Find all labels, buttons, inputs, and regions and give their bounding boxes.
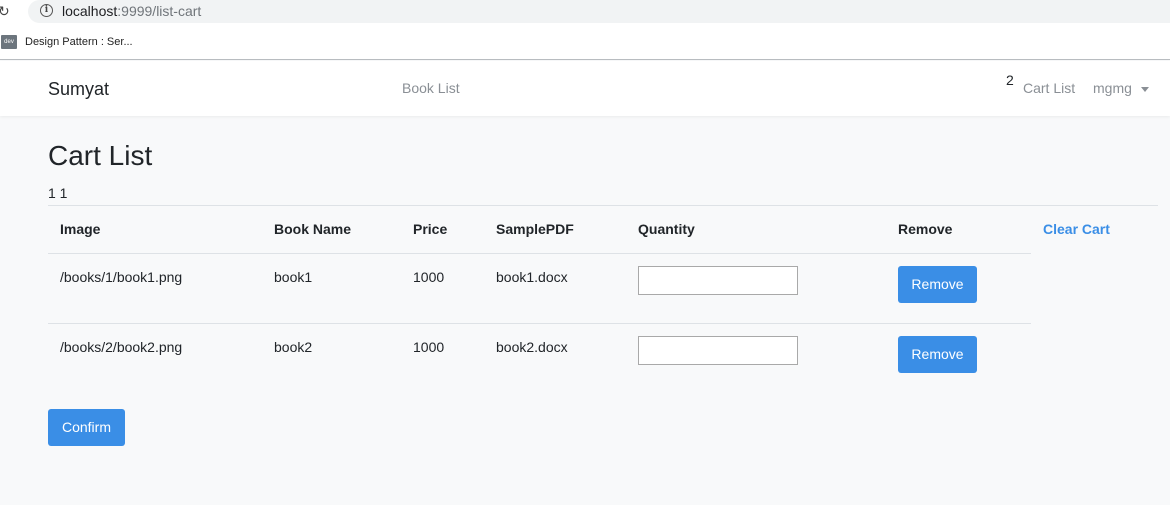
- row-2-quantity-input[interactable]: [638, 336, 798, 365]
- dev-bookmark-icon: dev: [1, 35, 17, 49]
- caret-down-icon[interactable]: [1141, 87, 1149, 92]
- row-2-sample-pdf[interactable]: book2.docx: [496, 339, 568, 355]
- row-2-book-name: book2: [274, 339, 313, 355]
- table-row-divider: [48, 253, 1031, 254]
- bookmarks-bar: dev Design Pattern : Ser...: [0, 24, 1170, 60]
- header-quantity: Quantity: [638, 221, 695, 237]
- header-remove: Remove: [898, 221, 953, 237]
- row-1-remove-button[interactable]: Remove: [898, 266, 977, 303]
- table-top-divider: [48, 205, 1158, 206]
- confirm-button[interactable]: Confirm: [48, 409, 125, 446]
- header-price: Price: [413, 221, 448, 237]
- url-text: localhost:9999/list-cart: [62, 3, 202, 19]
- row-1-book-name: book1: [274, 269, 313, 285]
- user-dropdown[interactable]: mgmg: [1093, 80, 1132, 96]
- row-1-quantity-input[interactable]: [638, 266, 798, 295]
- table-row-divider: [48, 323, 1031, 324]
- nav-book-list-link[interactable]: Book List: [402, 80, 460, 96]
- header-image: Image: [60, 221, 101, 237]
- page-title: Cart List: [48, 140, 153, 171]
- reload-icon[interactable]: ↻: [0, 3, 10, 19]
- cart-count-badge: 2: [1006, 72, 1014, 88]
- browser-address-bar: ↻ i localhost:9999/list-cart: [0, 0, 1170, 24]
- url-field[interactable]: i localhost:9999/list-cart: [28, 0, 1170, 23]
- header-sample-pdf: SamplePDF: [496, 221, 574, 237]
- row-2-remove-button[interactable]: Remove: [898, 336, 977, 373]
- brand-link[interactable]: Sumyat: [48, 79, 109, 99]
- row-1-image-path: /books/1/book1.png: [60, 269, 183, 285]
- row-2-price: 1000: [413, 339, 445, 355]
- clear-cart-link[interactable]: Clear Cart: [1043, 221, 1110, 237]
- cart-item-counts: 1 1: [48, 185, 68, 201]
- bookmark-design-pattern[interactable]: Design Pattern : Ser...: [25, 35, 133, 49]
- header-book-name: Book Name: [274, 221, 352, 237]
- nav-cart-list-link[interactable]: Cart List: [1023, 80, 1075, 96]
- row-1-sample-pdf[interactable]: book1.docx: [496, 269, 568, 285]
- row-1-price: 1000: [413, 269, 445, 285]
- row-2-image-path: /books/2/book2.png: [60, 339, 183, 355]
- info-icon[interactable]: i: [40, 4, 53, 17]
- app-navbar: Sumyat Book List 2 Cart List mgmg: [0, 61, 1170, 116]
